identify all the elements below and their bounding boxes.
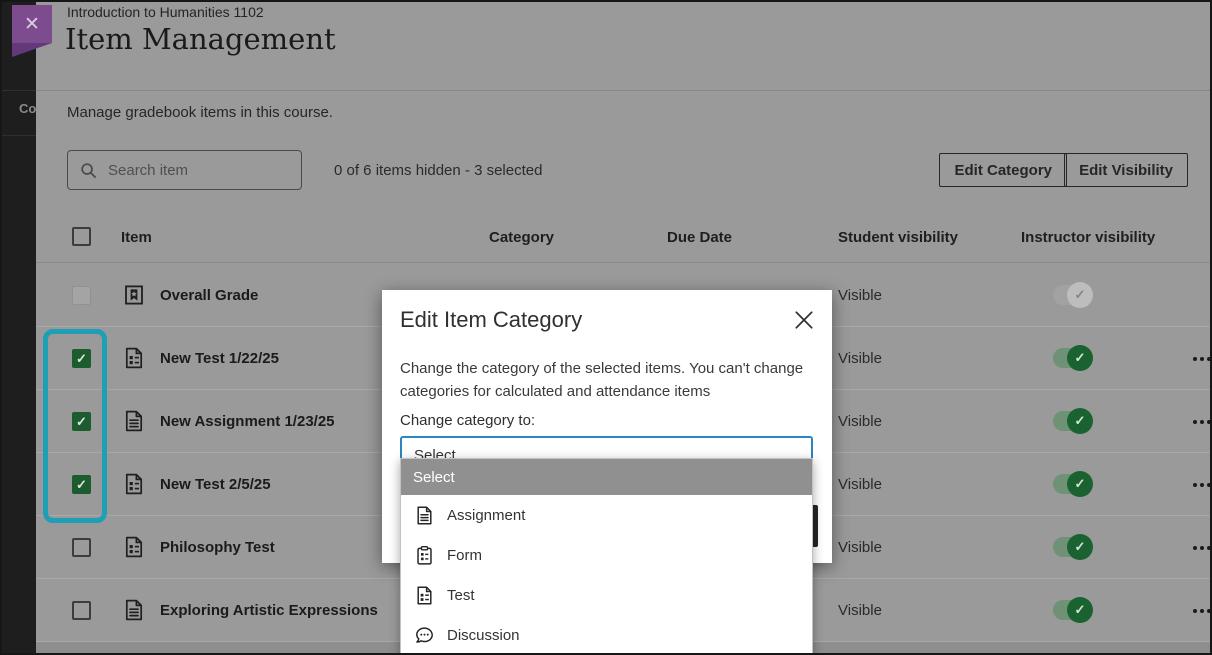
- close-icon: ✕: [24, 13, 40, 36]
- assignment-icon: [122, 598, 146, 622]
- option-label: Assignment: [447, 507, 525, 524]
- form-icon: [414, 545, 435, 566]
- instructor-visibility-toggle[interactable]: ✓: [1053, 537, 1091, 557]
- option-label: Test: [447, 587, 475, 604]
- row-menu-button[interactable]: [1193, 390, 1211, 453]
- category-dropdown-menu: Select Assignment Form Test Discussion: [400, 458, 813, 655]
- row-checkbox[interactable]: ✓: [72, 412, 91, 431]
- screen: Introduction to Humanities 1102 Item Man…: [0, 0, 1212, 655]
- item-name: Philosophy Test: [160, 516, 275, 579]
- student-visibility-value: Visible: [838, 264, 882, 327]
- dropdown-option-test[interactable]: Test: [401, 575, 812, 615]
- option-label: Select: [413, 469, 455, 486]
- row-checkbox[interactable]: ✓: [72, 349, 91, 368]
- row-menu-button[interactable]: [1193, 579, 1211, 642]
- student-visibility-value: Visible: [838, 327, 882, 390]
- toggle-check-icon: ✓: [1067, 408, 1093, 434]
- sidebar-item-label: Co: [19, 101, 36, 116]
- instructor-visibility-toggle[interactable]: ✓: [1053, 474, 1091, 494]
- student-visibility-value: Visible: [838, 579, 882, 642]
- option-label: Form: [447, 547, 482, 564]
- category-field-label: Change category to:: [400, 412, 535, 429]
- student-visibility-value: Visible: [838, 453, 882, 516]
- test-icon: [122, 346, 146, 370]
- toggle-check-icon: ✓: [1067, 282, 1093, 308]
- row-checkbox[interactable]: [72, 601, 91, 620]
- item-name: New Test 2/5/25: [160, 453, 271, 516]
- item-name: Exploring Artistic Expressions: [160, 579, 378, 642]
- test-icon: [122, 472, 146, 496]
- instructor-visibility-toggle[interactable]: ✓: [1053, 348, 1091, 368]
- instructor-visibility-toggle[interactable]: ✓: [1053, 411, 1091, 431]
- row-checkbox: [72, 286, 91, 305]
- sidebar-divider: [0, 135, 36, 136]
- toggle-check-icon: ✓: [1067, 597, 1093, 623]
- toggle-check-icon: ✓: [1067, 345, 1093, 371]
- modal-close-button[interactable]: [793, 309, 815, 331]
- row-menu-button[interactable]: [1193, 453, 1211, 516]
- item-name: New Test 1/22/25: [160, 327, 279, 390]
- row-checkbox[interactable]: ✓: [72, 475, 91, 494]
- toggle-check-icon: ✓: [1067, 534, 1093, 560]
- dropdown-option-select[interactable]: Select: [401, 459, 812, 495]
- dropdown-option-form[interactable]: Form: [401, 535, 812, 575]
- instructor-visibility-toggle: ✓: [1053, 285, 1091, 305]
- assignment-icon: [414, 505, 435, 526]
- assignment-icon: [122, 409, 146, 433]
- instructor-visibility-toggle[interactable]: ✓: [1053, 600, 1091, 620]
- sidebar-divider: [0, 90, 36, 91]
- item-name: Overall Grade: [160, 264, 258, 327]
- row-menu-button[interactable]: [1193, 327, 1211, 390]
- toggle-check-icon: ✓: [1067, 471, 1093, 497]
- modal-title: Edit Item Category: [400, 307, 582, 333]
- dropdown-option-assignment[interactable]: Assignment: [401, 495, 812, 535]
- row-menu-button[interactable]: [1193, 516, 1211, 579]
- row-checkbox[interactable]: [72, 538, 91, 557]
- test-icon: [122, 535, 146, 559]
- close-panel-button[interactable]: ✕: [12, 5, 52, 43]
- option-label: Discussion: [447, 627, 520, 644]
- purple-ribbon-notch: [12, 43, 52, 57]
- modal-description: Change the category of the selected item…: [400, 357, 820, 404]
- student-visibility-value: Visible: [838, 390, 882, 453]
- dropdown-option-discussion[interactable]: Discussion: [401, 615, 812, 655]
- test-icon: [414, 585, 435, 606]
- student-visibility-value: Visible: [838, 516, 882, 579]
- item-name: New Assignment 1/23/25: [160, 390, 335, 453]
- overall-grade-icon: [122, 283, 146, 307]
- discussion-icon: [414, 625, 435, 646]
- left-sidebar[interactable]: Co: [0, 0, 36, 655]
